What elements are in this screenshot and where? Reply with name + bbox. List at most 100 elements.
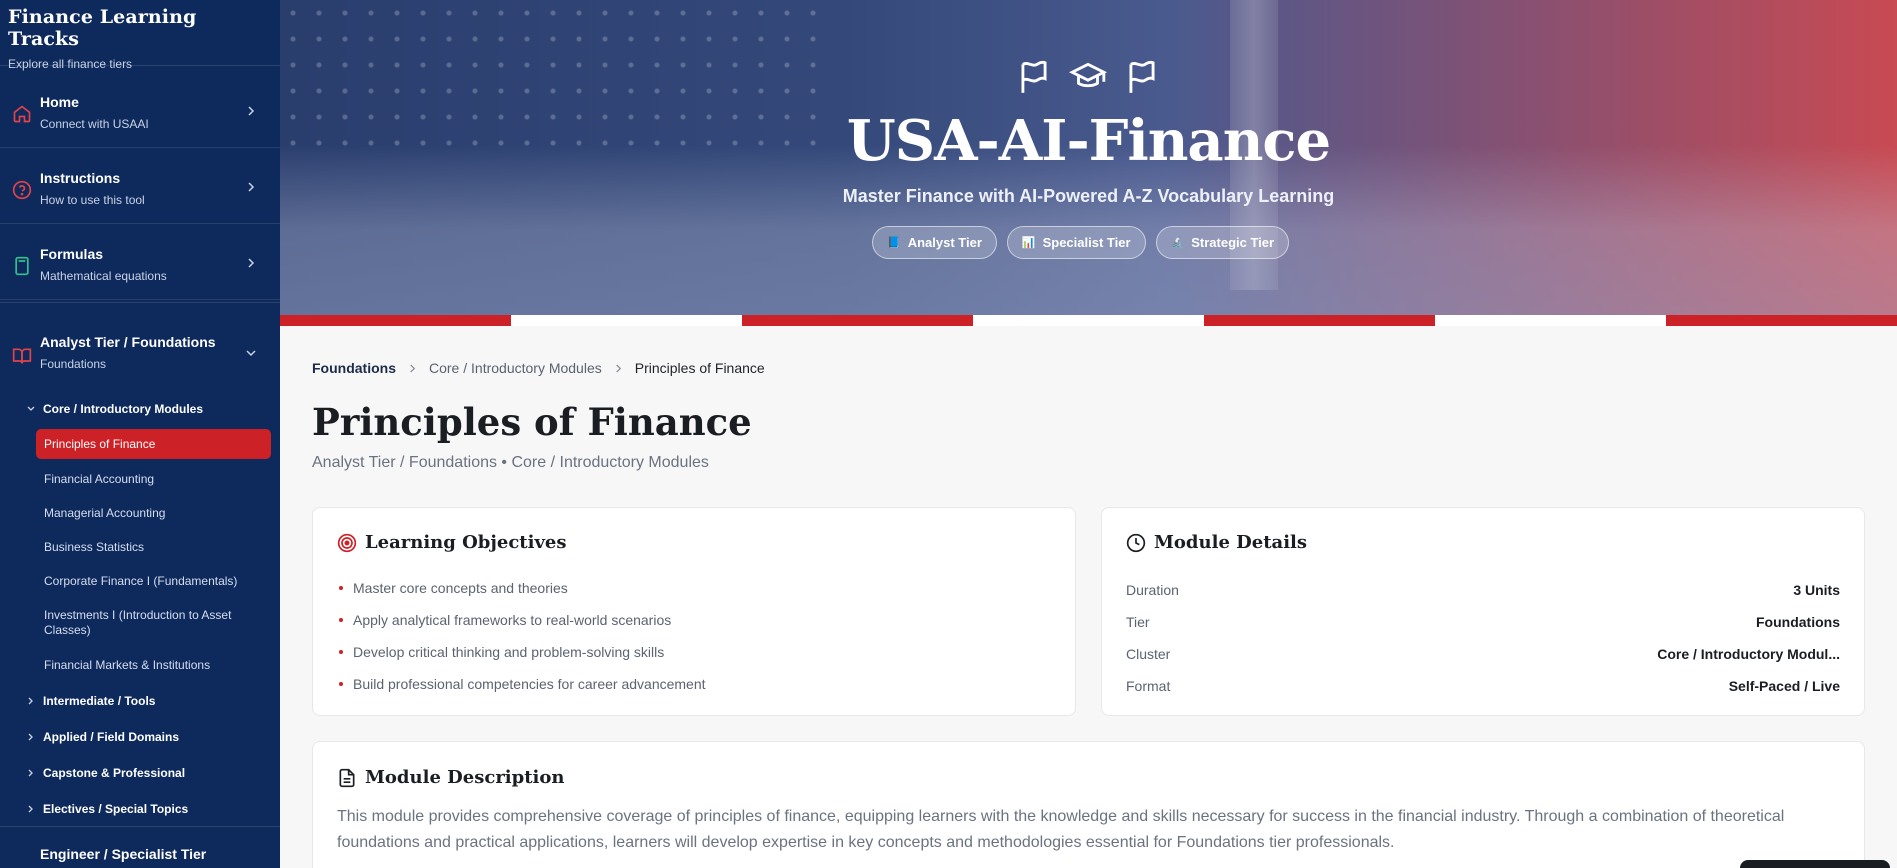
chevron-right-icon <box>410 363 416 373</box>
module-business-statistics[interactable]: Business Statistics <box>44 540 268 555</box>
detail-row-tier: Tier Foundations <box>1126 606 1840 638</box>
book-icon: 📘 <box>887 237 901 249</box>
chevron-right-icon <box>28 769 33 777</box>
card-title: Module Details <box>1126 532 1307 553</box>
hero-icons <box>1015 57 1161 97</box>
nav-label: Home <box>40 94 79 110</box>
nav-item-home[interactable]: Home Connect with USAAI <box>0 72 280 148</box>
module-corporate-finance-i[interactable]: Corporate Finance I (Fundamentals) <box>44 574 268 589</box>
nav-item-formulas[interactable]: Formulas Mathematical equations <box>0 224 280 300</box>
nav-desc: How to use this tool <box>40 193 145 207</box>
help-circle-icon <box>12 180 32 200</box>
chevron-right-icon <box>616 363 621 373</box>
nav-desc: Mathematical equations <box>40 269 167 283</box>
cluster-capstone[interactable]: Capstone & Professional <box>26 766 185 780</box>
nav-item-instructions[interactable]: Instructions How to use this tool <box>0 148 280 224</box>
tier-pill-label: Specialist Tier <box>1042 235 1131 250</box>
detail-key: Tier <box>1126 614 1150 630</box>
chevron-right-icon <box>248 182 255 192</box>
bar-chart-icon: 📊 <box>1021 237 1036 249</box>
chevron-right-icon <box>248 258 255 268</box>
breadcrumb-item[interactable]: Core / Introductory Modules <box>429 360 602 376</box>
objective-text: Apply analytical frameworks to real-worl… <box>353 612 672 628</box>
nav-label: Instructions <box>40 170 121 186</box>
list-item: Apply analytical frameworks to real-worl… <box>337 604 706 636</box>
module-description-card: Module Description This module provides … <box>312 741 1865 868</box>
module-financial-markets[interactable]: Financial Markets & Institutions <box>44 658 268 673</box>
detail-value: Self-Paced / Live <box>1728 678 1840 694</box>
detail-value: 3 Units <box>1793 582 1840 598</box>
module-financial-accounting[interactable]: Financial Accounting <box>44 472 268 487</box>
tier-pill-specialist[interactable]: 📊 Specialist Tier <box>1006 226 1146 259</box>
floating-widget[interactable] <box>1740 860 1890 868</box>
cluster-electives[interactable]: Electives / Special Topics <box>26 802 188 816</box>
chevron-right-icon <box>28 805 33 813</box>
divider <box>0 302 280 303</box>
cluster-applied[interactable]: Applied / Field Domains <box>26 730 179 744</box>
chevron-down-icon <box>246 350 256 357</box>
cluster-label: Capstone & Professional <box>43 766 186 780</box>
target-icon <box>337 533 357 552</box>
flag-icon <box>1021 60 1047 93</box>
card-title: Module Description <box>337 767 564 788</box>
sidebar-subtitle: Explore all finance tiers <box>8 57 133 71</box>
objective-text: Develop critical thinking and problem-so… <box>353 644 665 660</box>
nav-desc: Connect with USAAI <box>40 117 149 131</box>
clock-icon <box>1126 533 1146 552</box>
flag-icon <box>1129 60 1155 93</box>
hero-title: USA-AI-Finance <box>846 108 1331 174</box>
page-meta: Analyst Tier / Foundations • Core / Intr… <box>312 454 709 471</box>
nav-item-analyst-tier[interactable]: Analyst Tier / Foundations Foundations <box>0 316 280 392</box>
chevron-down-icon <box>27 406 35 411</box>
breadcrumb-current: Principles of Finance <box>634 360 765 376</box>
graduation-cap-icon <box>1069 62 1107 88</box>
book-icon <box>12 348 32 364</box>
detail-row-duration: Duration 3 Units <box>1126 574 1840 606</box>
card-title: Learning Objectives <box>337 532 567 553</box>
tier-pill-analyst[interactable]: 📘 Analyst Tier <box>872 226 997 259</box>
home-icon <box>13 105 31 123</box>
list-item: Build professional competencies for care… <box>337 668 706 700</box>
cluster-label: Intermediate / Tools <box>43 694 156 708</box>
learning-objectives-card: Learning Objectives Master core concepts… <box>312 507 1076 716</box>
sidebar: Finance Learning Tracks Explore all fina… <box>0 0 280 868</box>
page-title: Principles of Finance <box>312 400 752 444</box>
list-item: Develop critical thinking and problem-so… <box>337 636 706 668</box>
nav-label: Formulas <box>40 246 104 262</box>
chevron-right-icon <box>248 106 255 116</box>
microscope-icon: 🔬 <box>1170 237 1185 249</box>
detail-value: Core / Introductory Modul... <box>1657 646 1840 662</box>
sidebar-title: Finance Learning Tracks <box>8 6 197 50</box>
detail-row-format: Format Self-Paced / Live <box>1126 670 1840 702</box>
flag-stripe <box>280 315 1897 326</box>
sidebar-header: Finance Learning Tracks Explore all fina… <box>0 0 280 71</box>
nav-item-specialist-tier[interactable]: Engineer / Specialist Tier <box>40 846 206 862</box>
hero-banner: USA-AI-Finance Master Finance with AI-Po… <box>280 0 1897 315</box>
module-managerial-accounting[interactable]: Managerial Accounting <box>44 506 268 521</box>
detail-value: Foundations <box>1756 614 1840 630</box>
nav-desc: Foundations <box>40 357 107 371</box>
cluster-label: Electives / Special Topics <box>43 802 189 816</box>
list-item: Master core concepts and theories <box>337 572 706 604</box>
detail-row-cluster: Cluster Core / Introductory Modul... <box>1126 638 1840 670</box>
card-title-text: Learning Objectives <box>365 532 567 553</box>
module-principles-of-finance[interactable]: Principles of Finance <box>36 429 271 459</box>
tier-pill-label: Analyst Tier <box>907 235 982 250</box>
divider <box>0 826 280 827</box>
objective-text: Build professional competencies for care… <box>353 676 706 692</box>
cluster-label: Core / Introductory Modules <box>43 402 204 416</box>
tier-pill-strategic[interactable]: 🔬 Strategic Tier <box>1155 226 1290 259</box>
card-title-text: Module Details <box>1154 532 1308 553</box>
breadcrumb-item[interactable]: Foundations <box>312 360 396 376</box>
document-icon <box>339 768 355 787</box>
detail-key: Format <box>1126 678 1171 694</box>
cluster-core[interactable]: Core / Introductory Modules <box>26 402 203 416</box>
module-description-text: This module provides comprehensive cover… <box>337 808 1785 851</box>
module-investments-i[interactable]: Investments I (Introduction to Asset Cla… <box>44 608 268 638</box>
cluster-intermediate[interactable]: Intermediate / Tools <box>26 694 155 708</box>
detail-key: Duration <box>1126 582 1179 598</box>
module-details-card: Module Details Duration 3 Units Tier Fou… <box>1101 507 1865 716</box>
objectives-list: Master core concepts and theories Apply … <box>337 572 706 700</box>
tier-pill-label: Strategic Tier <box>1191 235 1275 250</box>
tier-pills: 📘 Analyst Tier 📊 Specialist Tier 🔬 Strat… <box>872 226 1290 259</box>
